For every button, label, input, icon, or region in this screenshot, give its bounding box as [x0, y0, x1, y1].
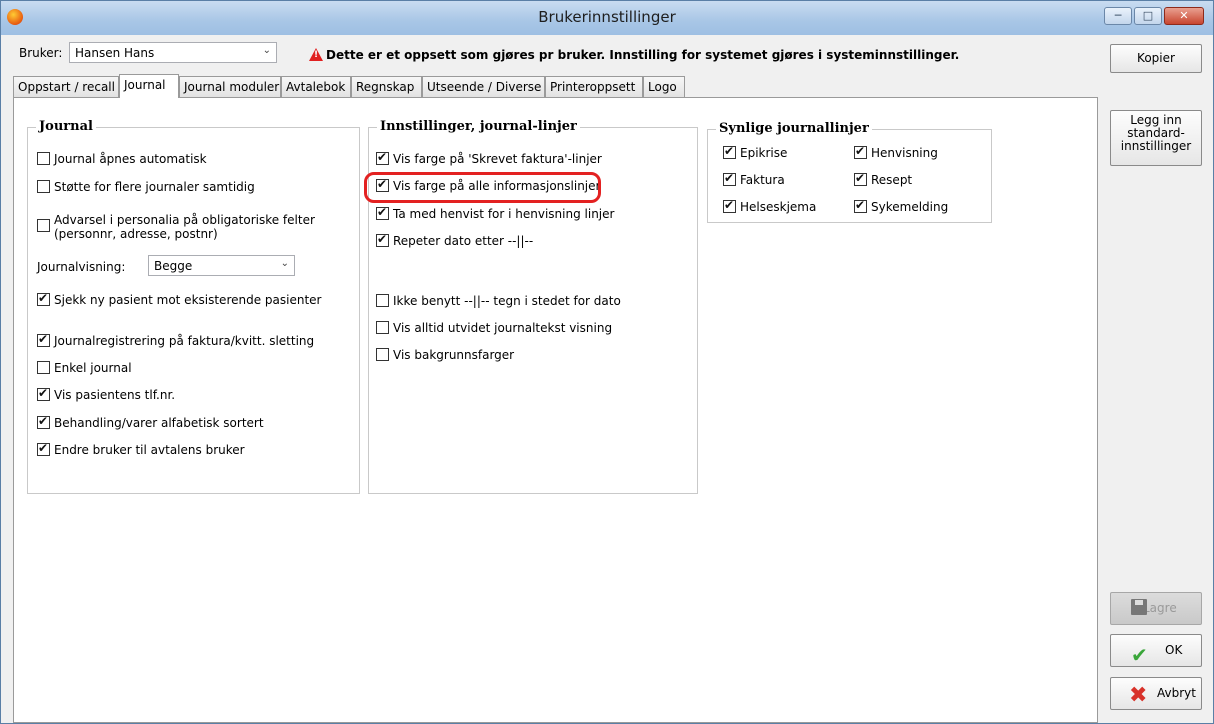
checkbox-label: Helseskjema — [740, 200, 817, 214]
checkbox-label: Vis bakgrunnsfarger — [393, 348, 515, 362]
journal-group-title: Journal — [36, 119, 96, 134]
checkbox-box — [376, 150, 389, 165]
tab-regnskap[interactable]: Regnskap — [351, 76, 422, 97]
checkbox-label: Epikrise — [740, 146, 788, 160]
checkbox-box — [723, 198, 736, 213]
checkbox-box — [376, 232, 389, 247]
checkbox-label: Repeter dato etter --||-- — [393, 234, 534, 248]
chevron-down-icon: ⌄ — [280, 258, 289, 269]
checkbox-box — [376, 294, 389, 307]
checkbox-box — [376, 321, 389, 334]
checkmark-icon: ✔ — [1131, 643, 1148, 667]
visible-lines-group-title: Synlige journallinjer — [716, 121, 872, 136]
checkbox-box — [854, 144, 867, 159]
checkbox-label: Støtte for flere journaler samtidig — [54, 180, 255, 194]
maximize-button[interactable]: □ — [1134, 7, 1162, 25]
save-button[interactable]: Lagre — [1110, 592, 1202, 625]
checkbox-box — [376, 205, 389, 220]
warning-icon: ! — [309, 48, 323, 61]
checkbox-label: Endre bruker til avtalens bruker — [54, 443, 245, 457]
floppy-disk-icon — [1131, 599, 1147, 615]
checkbox-box — [37, 361, 50, 374]
highlight-circle — [364, 172, 601, 203]
tab-oppstart[interactable]: Oppstart / recall — [13, 76, 119, 97]
checkbox-label: Journal åpnes automatisk — [54, 152, 207, 166]
cancel-button-label: Avbryt — [1157, 686, 1196, 700]
tab-avtalebok[interactable]: Avtalebok — [281, 76, 351, 97]
checkbox-label: Faktura — [740, 173, 785, 187]
window-title: Brukerinnstillinger — [538, 8, 676, 26]
title-bar: Brukerinnstillinger ─ □ ✕ — [1, 1, 1213, 35]
checkbox-label: Journalregistrering på faktura/kvitt. sl… — [54, 334, 315, 348]
checkbox-box — [854, 198, 867, 213]
checkbox-label: Vis pasientens tlf.nr. — [54, 388, 176, 402]
checkbox-box — [723, 171, 736, 186]
journal-view-label: Journalvisning: — [37, 260, 126, 274]
checkbox-label: Vis alltid utvidet journaltekst visning — [393, 321, 613, 335]
warning-text: Dette er et oppsett som gjøres pr bruker… — [326, 48, 960, 62]
journal-view-select[interactable]: Begge ⌄ — [148, 255, 295, 276]
checkbox-box — [37, 152, 50, 165]
save-button-label: Lagre — [1143, 601, 1177, 615]
checkbox-box — [37, 414, 50, 429]
checkbox-label: Vis farge på 'Skrevet faktura'-linjer — [393, 152, 602, 166]
insert-defaults-button[interactable]: Legg inn standard- innstillinger — [1110, 110, 1202, 166]
user-label: Bruker: — [19, 46, 63, 60]
tab-printeroppsett[interactable]: Printeroppsett — [545, 76, 643, 97]
tab-journal-moduler[interactable]: Journal moduler — [179, 76, 281, 97]
checkbox-box — [723, 144, 736, 159]
settings-window: Brukerinnstillinger ─ □ ✕ Bruker: Hansen… — [0, 0, 1214, 724]
checkbox-box — [37, 441, 50, 456]
checkbox-label: Resept — [871, 173, 913, 187]
checkbox-box — [37, 332, 50, 347]
minimize-button[interactable]: ─ — [1104, 7, 1132, 25]
tab-logo[interactable]: Logo — [643, 76, 685, 97]
checkbox-label-line1: Advarsel i personalia på obligatoriske f… — [54, 213, 315, 227]
checkbox-box — [37, 291, 50, 306]
ok-button[interactable]: ✔ OK — [1110, 634, 1202, 667]
copy-button[interactable]: Kopier — [1110, 44, 1202, 73]
checkbox-box — [37, 180, 50, 193]
journal-view-value: Begge — [154, 259, 193, 273]
copy-button-label: Kopier — [1137, 51, 1175, 65]
checkbox-label-line2: (personnr, adresse, postnr) — [54, 227, 218, 241]
checkbox-box — [854, 171, 867, 186]
checkbox-label: Sykemelding — [871, 200, 949, 214]
user-select-value: Hansen Hans — [75, 46, 155, 60]
ok-button-label: OK — [1165, 643, 1183, 657]
close-button[interactable]: ✕ — [1164, 7, 1204, 25]
chevron-down-icon: ⌄ — [262, 45, 271, 56]
tab-journal[interactable]: Journal — [119, 74, 179, 98]
insert-defaults-label-line3: innstillinger — [1120, 139, 1192, 153]
cancel-button[interactable]: ✖ Avbryt — [1110, 677, 1202, 710]
checkbox-label: Behandling/varer alfabetisk sortert — [54, 416, 264, 430]
checkbox-box — [376, 348, 389, 361]
checkbox-label: Henvisning — [871, 146, 938, 160]
x-icon: ✖ — [1129, 683, 1148, 708]
checkbox-label: Ikke benytt --||-- tegn i stedet for dat… — [393, 294, 621, 308]
tab-utseende[interactable]: Utseende / Diverse — [422, 76, 545, 97]
checkbox-box — [37, 386, 50, 401]
checkbox-label: Enkel journal — [54, 361, 132, 375]
lines-group-title: Innstillinger, journal-linjer — [377, 119, 580, 134]
checkbox-box — [37, 219, 50, 232]
warning-message: ! Dette er et oppsett som gjøres pr bruke… — [309, 46, 959, 62]
user-select[interactable]: Hansen Hans ⌄ — [69, 42, 277, 63]
checkbox-label: Ta med henvist for i henvisning linjer — [393, 207, 615, 221]
checkbox-label: Sjekk ny pasient mot eksisterende pasien… — [54, 293, 322, 307]
